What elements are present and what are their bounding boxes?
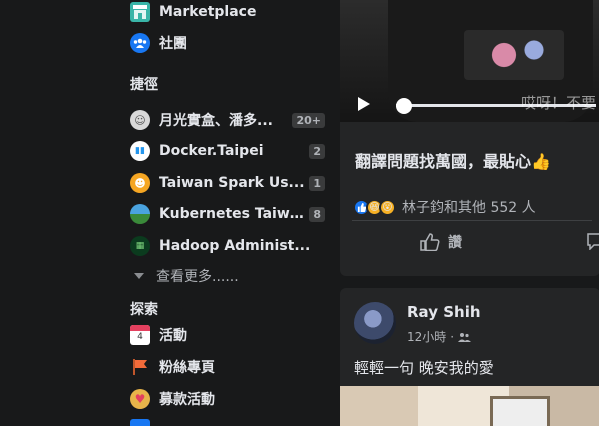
- shortcuts-heading: 捷徑: [130, 77, 158, 93]
- meta-separator: ·: [450, 329, 455, 344]
- flag-icon: [130, 357, 150, 377]
- news-feed: 哎呀！不要 翻譯問題找萬國，最貼心👍 😆 😮 林子鈞和其他 552 人 讚 Ra…: [340, 0, 599, 426]
- sidebar-item-fundraisers[interactable]: ♥ 募款活動: [130, 386, 325, 412]
- sidebar-item-label: Marketplace: [159, 4, 257, 20]
- sidebar-item-groups[interactable]: 社團: [130, 30, 325, 56]
- comment-icon: [587, 233, 599, 250]
- post-text: 輕輕一句 晚安我的愛: [354, 359, 494, 377]
- wow-reaction-icon: 😮: [379, 198, 396, 216]
- friends-privacy-icon: [458, 332, 472, 342]
- marketplace-icon: [130, 2, 150, 22]
- kubernetes-group-icon: [130, 204, 150, 224]
- wall-painting: [490, 396, 550, 426]
- like-button[interactable]: 讚: [420, 232, 462, 252]
- shortcut-item[interactable]: ☻ Taiwan Spark Us... 1: [130, 170, 325, 196]
- shortcut-label: Kubernetes Taiwa...: [159, 206, 306, 222]
- docker-icon: ▮▮: [130, 141, 150, 161]
- chevron-down-icon: [134, 273, 144, 279]
- sidebar-item-pages[interactable]: 粉絲專頁: [130, 354, 325, 380]
- notification-badge: 20+: [292, 112, 325, 128]
- calendar-icon: 4: [130, 325, 150, 345]
- comment-button[interactable]: [586, 232, 599, 250]
- post-author[interactable]: Ray Shih: [407, 303, 481, 321]
- shortcut-item[interactable]: ▮▮ Docker.Taipei 2: [130, 138, 325, 164]
- post-title[interactable]: 翻譯問題找萬國，最貼心👍: [355, 148, 551, 172]
- notification-badge: 1: [309, 175, 325, 191]
- sidebar-item-label: 募款活動: [159, 392, 215, 408]
- shortcut-label: Taiwan Spark Us...: [159, 175, 305, 191]
- see-more-label: 查看更多......: [156, 269, 239, 285]
- reactions-text: 林子鈞和其他 552 人: [402, 200, 536, 216]
- hadoop-group-icon: ▦: [130, 236, 150, 256]
- notification-badge: 8: [309, 206, 325, 222]
- group-avatar-icon: ☺: [130, 110, 150, 130]
- groups-icon: [130, 33, 150, 53]
- sidebar-item-events[interactable]: 4 活動: [130, 322, 325, 348]
- shortcut-label: 月光實盒、潘多...: [159, 113, 273, 129]
- shirt-print: [464, 30, 564, 80]
- shortcut-label: Docker.Taipei: [159, 143, 264, 159]
- post-card: Ray Shih 12小時 · 輕輕一句 晚安我的愛: [340, 288, 599, 426]
- sidebar-item-label: 活動: [159, 328, 187, 344]
- shortcut-item[interactable]: Kubernetes Taiwa... 8: [130, 201, 325, 227]
- notification-badge: 2: [309, 143, 325, 159]
- spark-group-icon: ☻: [130, 173, 150, 193]
- fundraiser-icon: ♥: [130, 389, 150, 409]
- shortcut-item[interactable]: ☺ 月光實盒、潘多... 20+: [130, 107, 325, 133]
- shortcut-label: Hadoop Administ...: [159, 238, 311, 254]
- left-sidebar: Marketplace 社團 捷徑 ☺ 月光實盒、潘多... 20+ ▮▮ Do…: [0, 0, 340, 426]
- divider: [352, 220, 592, 221]
- cut-off-icon: [130, 419, 150, 426]
- video-subtitle: 哎呀！不要: [520, 94, 596, 112]
- like-label: 讚: [448, 235, 462, 251]
- post-card: 哎呀！不要 翻譯問題找萬國，最貼心👍 😆 😮 林子鈞和其他 552 人 讚: [340, 0, 599, 276]
- video-player[interactable]: 哎呀！不要: [340, 0, 599, 122]
- sidebar-item-partial[interactable]: [130, 416, 325, 426]
- post-meta: 12小時 ·: [407, 328, 472, 345]
- video-scrub-handle[interactable]: [396, 98, 412, 114]
- avatar[interactable]: [354, 302, 396, 344]
- sidebar-item-label: 粉絲專頁: [159, 360, 215, 376]
- post-photo[interactable]: [340, 386, 599, 426]
- sidebar-item-marketplace[interactable]: Marketplace: [130, 0, 325, 25]
- see-more-button[interactable]: 查看更多......: [134, 266, 239, 286]
- sidebar-item-label: 社團: [159, 36, 187, 52]
- post-time[interactable]: 12小時: [407, 328, 446, 345]
- calendar-date: 4: [137, 332, 143, 342]
- reactions-summary[interactable]: 😆 😮 林子鈞和其他 552 人: [353, 197, 536, 217]
- thumbs-up-icon: [420, 233, 440, 251]
- play-icon[interactable]: [358, 97, 370, 111]
- explore-heading: 探索: [130, 302, 158, 318]
- shortcut-item[interactable]: ▦ Hadoop Administ...: [130, 233, 325, 259]
